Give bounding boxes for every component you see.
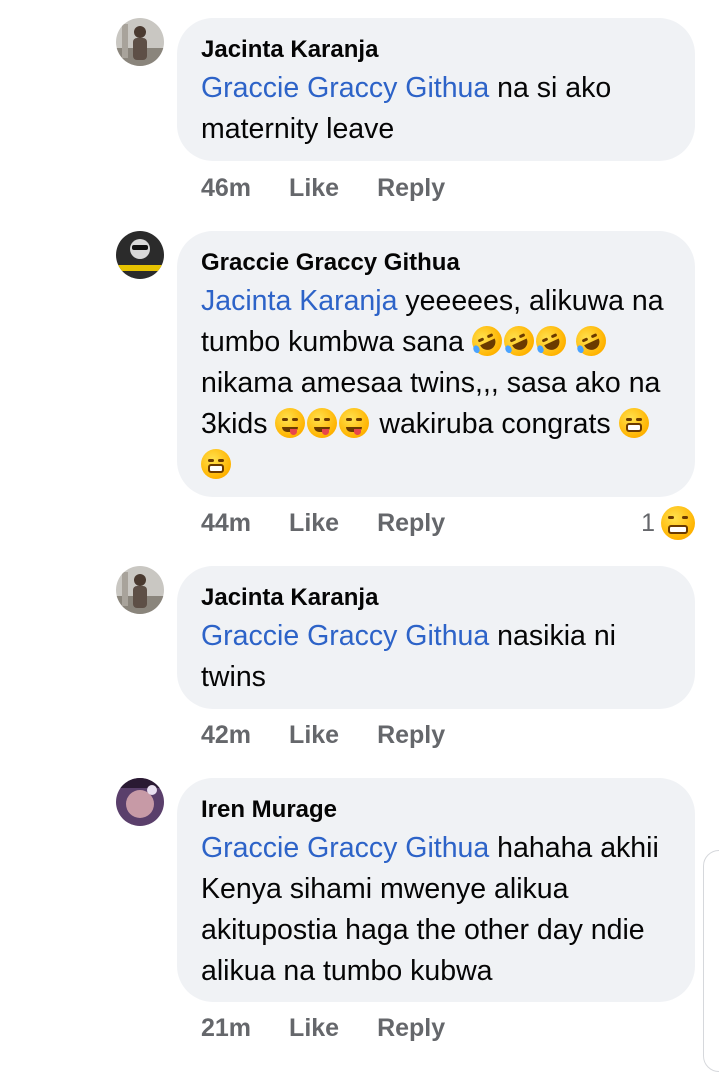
rolling-laughing-emoji-icon bbox=[570, 321, 611, 361]
avatar[interactable] bbox=[116, 566, 164, 614]
reaction-count: 1 bbox=[641, 508, 655, 537]
yum-emoji-icon bbox=[339, 408, 370, 438]
laughing-emoji-icon bbox=[661, 506, 695, 540]
reply-button[interactable]: Reply bbox=[377, 174, 445, 203]
comment-bubble: Iren Murage Graccie Graccy Githua hahaha… bbox=[177, 778, 695, 1002]
rolling-laughing-emoji-icon bbox=[466, 321, 507, 361]
overlay-card-edge bbox=[703, 850, 719, 1072]
grinning-emoji-icon bbox=[201, 449, 231, 479]
yum-emoji-icon bbox=[275, 408, 306, 438]
like-button[interactable]: Like bbox=[289, 721, 339, 750]
avatar[interactable] bbox=[116, 231, 164, 279]
comment-author[interactable]: Jacinta Karanja bbox=[201, 584, 671, 612]
reply-button[interactable]: Reply bbox=[377, 721, 445, 750]
avatar[interactable] bbox=[116, 18, 164, 66]
rolling-laughing-emoji-icon bbox=[530, 321, 571, 361]
timestamp[interactable]: 21m bbox=[201, 1014, 251, 1043]
avatar[interactable] bbox=[116, 778, 164, 826]
reaction-summary[interactable]: 1 bbox=[641, 506, 697, 540]
reply-button[interactable]: Reply bbox=[377, 1014, 445, 1043]
grinning-emoji-icon bbox=[618, 408, 649, 438]
like-button[interactable]: Like bbox=[289, 509, 339, 538]
mention-link[interactable]: Graccie Graccy Githua bbox=[201, 72, 489, 104]
rolling-laughing-emoji-icon bbox=[498, 321, 539, 361]
timestamp[interactable]: 42m bbox=[201, 721, 251, 750]
comment-bubble: Graccie Graccy Githua Jacinta Karanja ye… bbox=[177, 231, 695, 497]
like-button[interactable]: Like bbox=[289, 174, 339, 203]
yum-emoji-icon bbox=[307, 408, 338, 438]
reply-button[interactable]: Reply bbox=[377, 509, 445, 538]
mention-link[interactable]: Jacinta Karanja bbox=[201, 285, 397, 317]
comment-actions: 44m Like Reply bbox=[201, 509, 483, 538]
mention-link[interactable]: Graccie Graccy Githua bbox=[201, 620, 489, 652]
comment-actions: 46m Like Reply bbox=[201, 174, 483, 203]
comment-bubble: Jacinta Karanja Graccie Graccy Githua na… bbox=[177, 18, 695, 161]
comment-text: Graccie Graccy Githua na si ako maternit… bbox=[201, 72, 612, 145]
timestamp[interactable]: 46m bbox=[201, 174, 251, 203]
comment-text: Graccie Graccy Githua hahaha akhii Kenya… bbox=[201, 832, 659, 987]
comment-actions: 21m Like Reply bbox=[201, 1014, 483, 1043]
comment-text: Graccie Graccy Githua nasikia ni twins bbox=[201, 620, 616, 693]
comment-author[interactable]: Iren Murage bbox=[201, 796, 671, 824]
comment-text: Jacinta Karanja yeeeees, alikuwa na tumb… bbox=[201, 281, 671, 486]
comment-author[interactable]: Graccie Graccy Githua bbox=[201, 249, 671, 277]
comment-bubble: Jacinta Karanja Graccie Graccy Githua na… bbox=[177, 566, 695, 709]
mention-link[interactable]: Graccie Graccy Githua bbox=[201, 832, 489, 864]
comment-author[interactable]: Jacinta Karanja bbox=[201, 36, 671, 64]
comment-actions: 42m Like Reply bbox=[201, 721, 483, 750]
like-button[interactable]: Like bbox=[289, 1014, 339, 1043]
timestamp[interactable]: 44m bbox=[201, 509, 251, 538]
